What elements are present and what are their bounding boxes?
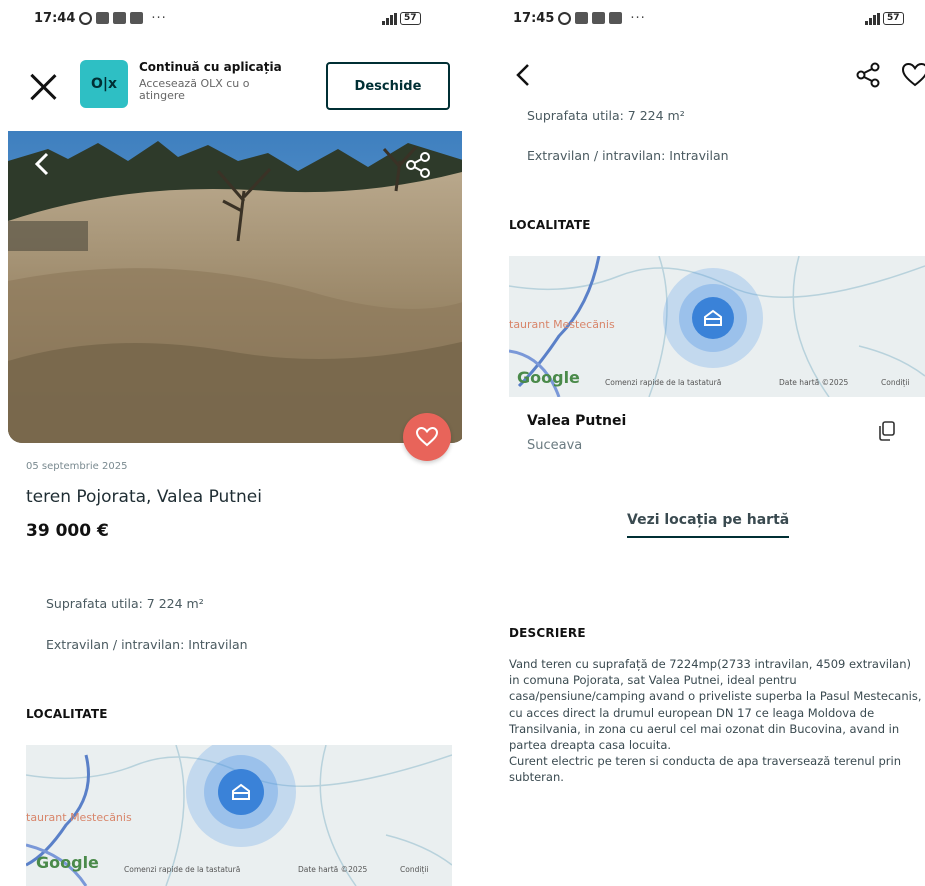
status-bar: 17:44 ··· 57	[0, 0, 462, 36]
map-shortcuts-link[interactable]: Comenzi rapide de la tastatură	[605, 378, 721, 387]
notification-icon	[130, 12, 144, 24]
map-place-label: taurant Mestecănis	[26, 811, 132, 824]
back-icon[interactable]	[32, 151, 52, 177]
heart-icon[interactable]	[901, 62, 925, 88]
map-shortcuts-link[interactable]: Comenzi rapide de la tastatură	[124, 865, 240, 874]
description-paragraph: Curent electric pe teren si conducta de …	[509, 754, 902, 785]
status-time: 17:44	[34, 10, 76, 26]
alarm-icon	[79, 11, 93, 25]
status-time: 17:45	[513, 10, 555, 26]
listing-date: 05 septembrie 2025	[26, 461, 128, 472]
map-terms-link[interactable]: Condiții	[400, 865, 429, 874]
listing-photo[interactable]	[8, 131, 462, 443]
param-zoning: Extravilan / intravilan: Intravilan	[46, 637, 248, 652]
map-pin	[692, 297, 734, 339]
signal-icon	[382, 12, 397, 25]
param-area: Suprafata utila: 7 224 m²	[527, 108, 685, 123]
map-pin	[218, 769, 264, 815]
left-screen: 17:44 ··· 57 O|x Continuă cu aplicația A…	[0, 0, 462, 886]
description-text: Vand teren cu suprafață de 7224mp(2733 i…	[509, 656, 925, 786]
status-right: 57	[865, 12, 904, 25]
map-place-label: taurant Mestecănis	[509, 318, 615, 331]
param-zoning: Extravilan / intravilan: Intravilan	[527, 148, 729, 163]
notification-icon	[113, 12, 127, 24]
map-data-label: Date hartă ©2025	[779, 378, 849, 387]
status-right: 57	[382, 12, 421, 25]
notification-icon	[96, 12, 110, 24]
signal-icon	[865, 12, 880, 25]
share-icon[interactable]	[855, 62, 881, 88]
google-logo: Google	[36, 853, 99, 872]
location-map[interactable]: taurant Mestecănis Google Comenzi rapide…	[26, 745, 452, 886]
screenshot-divider	[470, 0, 486, 886]
location-county: Suceava	[527, 438, 583, 453]
google-logo: Google	[517, 368, 580, 387]
listing-title: teren Pojorata, Valea Putnei	[26, 487, 262, 507]
banner-subtitle: Accesează OLX cu o atingere	[139, 77, 250, 102]
param-area: Suprafata utila: 7 224 m²	[46, 596, 204, 611]
more-notifications-icon: ···	[630, 10, 646, 26]
map-terms-link[interactable]: Condiții	[881, 378, 910, 387]
battery-icon: 57	[400, 12, 421, 25]
back-icon[interactable]	[515, 62, 531, 88]
copy-icon[interactable]	[877, 420, 897, 442]
battery-icon: 57	[883, 12, 904, 25]
notification-icon	[592, 12, 606, 24]
right-screen: 17:45 ··· 57 Suprafata utila: 7 224 m² E…	[493, 0, 925, 886]
olx-logo: O|x	[80, 60, 128, 108]
more-notifications-icon: ···	[151, 10, 167, 26]
open-app-button[interactable]: Deschide	[326, 62, 450, 110]
map-data-label: Date hartă ©2025	[298, 865, 368, 874]
location-heading: LOCALITATE	[509, 218, 591, 232]
close-icon[interactable]	[28, 72, 58, 102]
view-on-map-link[interactable]: Vezi locația pe hartă	[627, 512, 790, 538]
favorite-button[interactable]	[403, 413, 451, 461]
notification-icon	[575, 12, 589, 24]
share-icon[interactable]	[404, 151, 432, 179]
app-install-banner: O|x Continuă cu aplicația Accesează OLX …	[0, 52, 462, 122]
house-icon	[704, 309, 722, 326]
description-heading: DESCRIERE	[509, 626, 586, 640]
description-paragraph: Vand teren cu suprafață de 7224mp(2733 i…	[509, 657, 922, 753]
notification-icon	[609, 12, 623, 24]
location-map[interactable]: taurant Mestecănis Google Comenzi rapide…	[509, 256, 925, 397]
house-icon	[232, 783, 250, 800]
location-heading: LOCALITATE	[26, 707, 108, 721]
status-bar: 17:45 ··· 57	[493, 0, 925, 36]
location-name: Valea Putnei	[527, 413, 627, 429]
heart-icon	[416, 427, 438, 447]
listing-price: 39 000 €	[26, 521, 109, 541]
banner-title: Continuă cu aplicația	[139, 60, 282, 74]
alarm-icon	[558, 11, 572, 25]
landscape-image	[8, 131, 462, 443]
